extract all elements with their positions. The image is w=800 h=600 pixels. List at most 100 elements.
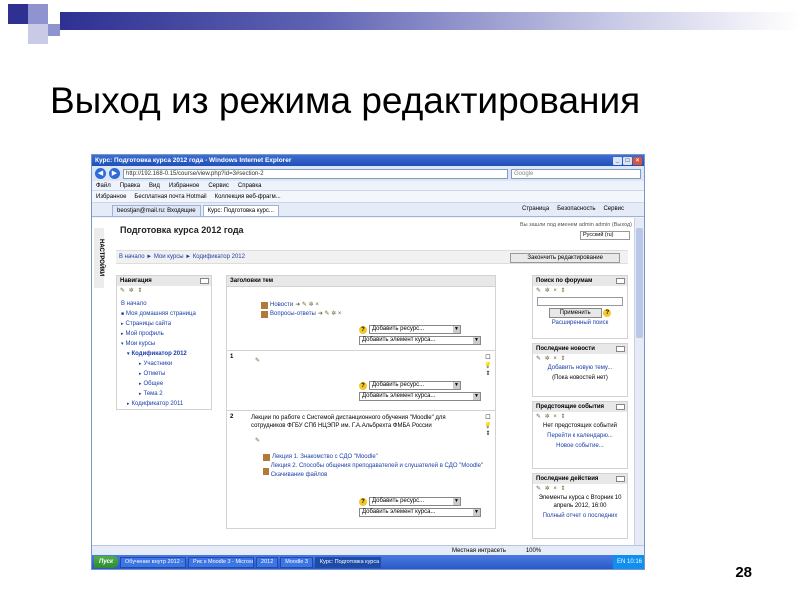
favorite-webslices[interactable]: Коллекция веб-фрагм... — [215, 194, 281, 200]
edit-summary-icon[interactable]: ✎ — [255, 357, 260, 364]
tab-mail[interactable]: beostjan@mail.ru: Входящие — [112, 205, 201, 216]
section-2-number: 2 — [230, 414, 234, 420]
decor-square-4 — [48, 24, 60, 36]
no-upcoming-text: Нет предстоящих событий — [542, 423, 617, 429]
nav-course-2011[interactable]: ▸ Кодификатор 2011 — [121, 399, 211, 409]
taskbar-item-1[interactable]: Обучение внутр 2012 - ... — [120, 556, 187, 568]
forum-search-title: Поиск по форумам — [536, 278, 593, 284]
advanced-search-link[interactable]: Расширенный поиск — [533, 318, 627, 328]
nav-participants[interactable]: ▸ Участники — [121, 359, 211, 369]
resource-news[interactable]: Новости ➜ ✎ ✲ × — [261, 301, 495, 310]
menu-tools[interactable]: Сервис — [208, 183, 229, 189]
course-title: Подготовка курса 2012 года — [120, 225, 244, 235]
nav-course-2012[interactable]: ▾ Кодификатор 2012 — [121, 349, 211, 359]
hide-block-icon[interactable] — [616, 404, 625, 410]
search-box[interactable]: Google — [511, 168, 641, 179]
tool-page[interactable]: Страница — [522, 206, 549, 212]
maximize-button[interactable]: □ — [623, 156, 632, 165]
new-event-link[interactable]: Новое событие... — [533, 441, 627, 451]
help-icon[interactable]: ? — [359, 381, 367, 390]
favorites-button[interactable]: Избранное — [96, 194, 126, 200]
hide-block-icon[interactable] — [200, 278, 209, 284]
forward-icon[interactable]: ▶ — [109, 168, 120, 179]
favorites-bar: Избранное Бесплатная почта Hotmail Колле… — [92, 191, 644, 203]
tool-service[interactable]: Сервис — [603, 206, 624, 212]
taskbar-item-4[interactable]: Moodle 3 — [280, 556, 313, 568]
add-resource-select[interactable]: Добавить ресурс... — [369, 325, 461, 334]
block-edit-icons[interactable]: ✎ ✲ × ⇕ — [533, 412, 627, 421]
taskbar-item-3[interactable]: 2012 — [256, 556, 279, 568]
navigation-header: Навигация — [117, 276, 211, 286]
section-2-summary: Лекции по работе с Системой дистанционно… — [251, 415, 446, 429]
nav-my-home[interactable]: ■ Моя домашняя страница — [121, 309, 211, 319]
minimize-button[interactable]: _ — [613, 156, 622, 165]
navigation-title: Навигация — [120, 278, 152, 284]
breadcrumb-text[interactable]: В начало ► Мои курсы ► Кодификатор 2012 — [119, 254, 245, 260]
close-button[interactable]: × — [633, 156, 642, 165]
section-0: Новости ➜ ✎ ✲ × Вопросы-ответы ➜ ✎ ✲ × ? До… — [226, 287, 496, 351]
tab-course[interactable]: Курс: Подготовка курс... — [202, 205, 279, 216]
tool-security[interactable]: Безопасность — [557, 206, 595, 212]
add-activity-select[interactable]: Добавить элемент курса... — [359, 336, 481, 345]
language-select[interactable]: Русский (ru) — [580, 231, 630, 240]
finish-editing-button[interactable]: Закончить редактирование — [510, 253, 620, 263]
menu-file[interactable]: Файл — [96, 183, 111, 189]
hide-block-icon[interactable] — [616, 346, 625, 352]
address-row: ◀ ▶ http://192.168-0.15/course/view.php?… — [92, 166, 644, 181]
nav-my-profile[interactable]: ▸ Мой профиль — [121, 329, 211, 339]
block-edit-icons[interactable]: ✎ ✲ × ⇕ — [533, 354, 627, 363]
apply-button[interactable]: Применить — [548, 308, 602, 318]
taskbar-item-5[interactable]: Курс: Подготовка курса ... — [314, 556, 381, 568]
menu-bar: Файл Правка Вид Избранное Сервис Справка — [92, 181, 644, 191]
nav-reports[interactable]: ▸ Отметы — [121, 369, 211, 379]
section-1: 1 ✎ ☐💡⇕ ?Добавить ресурс... Добавить эле… — [226, 351, 496, 411]
browser-window: Курс: Подготовка курса 2012 года - Windo… — [91, 154, 645, 570]
nav-topic-2[interactable]: ▸ Тема 2 — [121, 389, 211, 399]
settings-strip[interactable]: НАСТРОЙКИ — [94, 228, 104, 288]
section-2-controls[interactable]: ☐ 💡 ⇕ — [483, 414, 493, 438]
menu-view[interactable]: Вид — [149, 183, 160, 189]
menu-help[interactable]: Справка — [238, 183, 262, 189]
forum-search-input[interactable] — [537, 297, 623, 306]
help-icon[interactable]: ? — [603, 309, 612, 317]
menu-favorites[interactable]: Избранное — [169, 183, 199, 189]
add-activity-select[interactable]: Добавить элемент курса... — [359, 392, 481, 401]
add-resource-select[interactable]: Добавить ресурс... — [369, 497, 461, 506]
decor-gradient-bar — [60, 12, 800, 30]
go-calendar-link[interactable]: Перейти к календарю... — [533, 431, 627, 441]
resource-lecture-2[interactable]: Лекция 2. Способы общения преподавателей… — [263, 462, 491, 480]
decor-square-3 — [28, 24, 48, 44]
full-report-link[interactable]: Полный отчет о последних — [533, 511, 627, 521]
logged-in-info[interactable]: Вы зашли под именем admin admin (Выход) — [520, 222, 632, 228]
address-bar[interactable]: http://192.168-0.15/course/view.php?id=3… — [123, 168, 508, 179]
hide-block-icon[interactable] — [616, 476, 625, 482]
sections-header: Заголовки тем — [226, 275, 496, 287]
back-icon[interactable]: ◀ — [95, 168, 106, 179]
block-edit-icons[interactable]: ✎ ✲ × ⇕ — [533, 286, 627, 295]
section-1-controls[interactable]: ☐ 💡 ⇕ — [483, 354, 493, 378]
add-resource-select[interactable]: Добавить ресурс... — [369, 381, 461, 390]
tray-lang[interactable]: EN — [617, 559, 625, 565]
nav-my-courses[interactable]: ▾ Мои курсы — [121, 339, 211, 349]
edit-summary-icon[interactable]: ✎ — [255, 437, 260, 444]
resource-qa[interactable]: Вопросы-ответы ➜ ✎ ✲ × — [261, 310, 495, 319]
vertical-scrollbar[interactable] — [634, 218, 644, 555]
resource-lecture-1[interactable]: Лекция 1. Знакомство с СДО "Moodle" — [263, 453, 491, 462]
menu-edit[interactable]: Правка — [120, 183, 140, 189]
navigation-block: Навигация ✎ ✲ ⇕ В начало ■ Моя домашняя с… — [116, 275, 212, 410]
system-tray: EN 10:16 — [612, 555, 644, 569]
help-icon[interactable]: ? — [359, 325, 367, 334]
add-activity-select[interactable]: Добавить элемент курса... — [359, 508, 481, 517]
zoom-level[interactable]: 100% — [526, 548, 541, 554]
nav-home[interactable]: В начало — [121, 299, 211, 309]
block-edit-icons[interactable]: ✎ ✲ × ⇕ — [533, 484, 627, 493]
hide-block-icon[interactable] — [616, 278, 625, 284]
help-icon[interactable]: ? — [359, 497, 367, 506]
nav-site-pages[interactable]: ▸ Страницы сайта — [121, 319, 211, 329]
taskbar-item-2[interactable]: Рис к Moodle 3 - Microso... — [188, 556, 255, 568]
start-button[interactable]: Пуск — [94, 556, 119, 568]
block-edit-icons[interactable]: ✎ ✲ ⇕ — [117, 286, 211, 295]
nav-general[interactable]: ▸ Общее — [121, 379, 211, 389]
favorite-hotmail[interactable]: Бесплатная почта Hotmail — [134, 194, 206, 200]
add-topic-link[interactable]: Добавить новую тему... — [533, 363, 627, 373]
